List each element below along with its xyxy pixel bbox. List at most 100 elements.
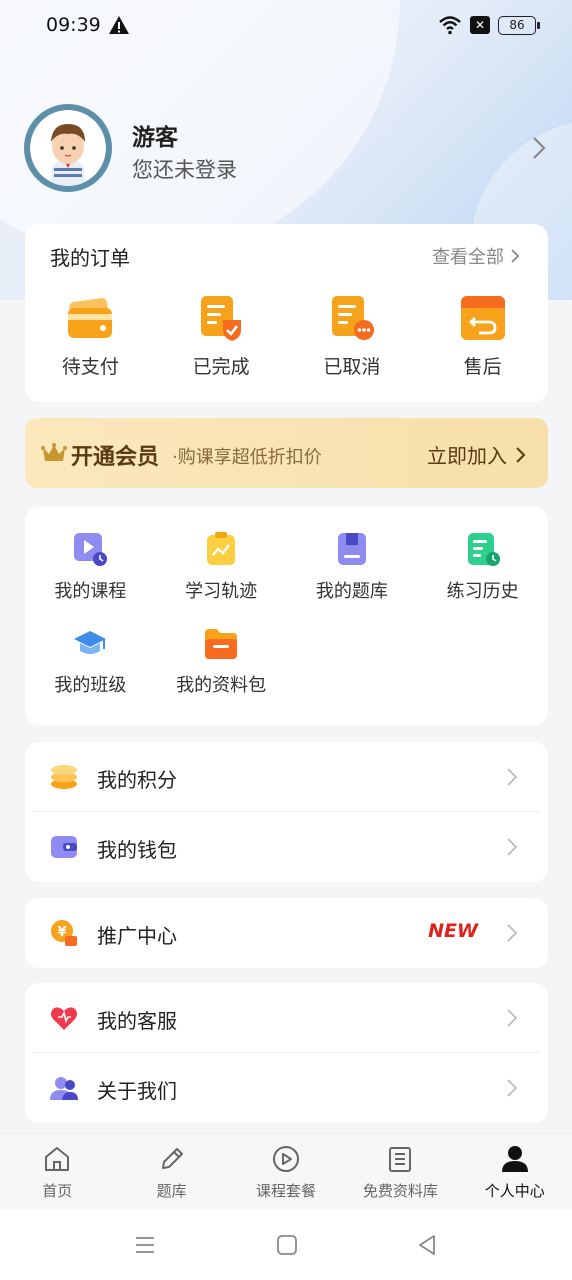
list-item-promotion-center[interactable]: ¥ 推广中心 NEW <box>25 898 548 968</box>
orders-title: 我的订单 <box>50 246 130 270</box>
chevron-right-icon <box>507 924 518 942</box>
order-cancel-icon <box>331 296 374 340</box>
vip-banner[interactable]: 开通会员 ·购课享超低折扣价 立即加入 <box>25 418 548 488</box>
order-label: 已取消 <box>323 356 381 378</box>
warning-icon <box>109 16 129 34</box>
avatar[interactable] <box>24 104 112 192</box>
home-square-icon[interactable] <box>276 1234 298 1256</box>
list-item-label: 我的客服 <box>97 1009 177 1033</box>
nav-personal-center[interactable]: 个人中心 <box>458 1134 572 1210</box>
avatar-boy-icon <box>30 110 106 186</box>
heart-icon <box>51 1007 77 1030</box>
nav-free-materials[interactable]: 免费资料库 <box>343 1134 457 1210</box>
chevron-right-icon <box>507 768 518 786</box>
list-item-label: 关于我们 <box>97 1079 177 1103</box>
battery-level: 86 <box>509 18 525 32</box>
trajectory-icon <box>207 532 236 565</box>
login-tip[interactable]: 您还未登录 <box>132 154 237 184</box>
status-time: 09:39 <box>46 14 101 36</box>
about-icon <box>50 1077 78 1100</box>
tool-label: 学习轨迹 <box>185 581 258 602</box>
tool-label: 我的课程 <box>54 581 127 602</box>
wallet-icon <box>51 836 77 858</box>
wifi-icon <box>439 16 461 35</box>
chevron-right-icon <box>507 1079 518 1097</box>
tool-learning-trajectory[interactable]: 学习轨迹 <box>156 531 287 603</box>
chevron-right-icon <box>507 1009 518 1027</box>
practice-history-icon <box>467 533 500 566</box>
order-label: 售后 <box>463 356 502 378</box>
tool-label: 我的资料包 <box>176 675 267 696</box>
menu-icon[interactable] <box>134 1234 156 1256</box>
list-item-label: 我的积分 <box>97 768 177 792</box>
chevron-right-icon <box>511 249 520 263</box>
bottom-nav: 首页 题库 课程套餐 免费资料库 个人中心 <box>0 1133 572 1210</box>
list-item-label: 我的钱包 <box>97 838 177 862</box>
list-item-customer-service[interactable]: 我的客服 <box>25 983 548 1053</box>
new-badge: NEW <box>428 920 478 942</box>
order-after-sale[interactable]: 售后 <box>417 294 548 379</box>
order-cancelled[interactable]: 已取消 <box>287 294 418 379</box>
pencil-icon <box>161 1148 183 1169</box>
tool-practice-history[interactable]: 练习历史 <box>417 531 548 603</box>
nav-home[interactable]: 首页 <box>0 1134 114 1210</box>
profile-header[interactable]: 游客 您还未登录 <box>24 104 548 194</box>
view-all-label: 查看全部 <box>432 247 504 268</box>
notification-x-icon: ✕ <box>470 16 490 34</box>
vip-subtitle: ·购课享超低折扣价 <box>172 447 322 468</box>
person-icon <box>501 1146 528 1172</box>
nav-label: 题库 <box>156 1182 187 1200</box>
tool-my-class[interactable]: 我的班级 <box>25 625 156 697</box>
list-item-about-us[interactable]: 关于我们 <box>25 1053 548 1123</box>
username: 游客 <box>132 125 178 151</box>
wallet-icon <box>68 298 113 338</box>
chevron-right-icon <box>516 446 526 463</box>
order-pending-payment[interactable]: 待支付 <box>25 294 156 379</box>
vip-join-button[interactable]: 立即加入 <box>427 440 526 469</box>
promotion-icon: ¥ <box>51 920 77 946</box>
order-label: 已完成 <box>192 356 250 378</box>
vip-join-label: 立即加入 <box>427 444 507 468</box>
list-item-my-wallet[interactable]: 我的钱包 <box>25 812 548 882</box>
after-sale-icon <box>460 296 505 340</box>
tool-label: 练习历史 <box>446 581 519 602</box>
course-icon <box>74 533 108 566</box>
chevron-right-icon[interactable] <box>530 134 548 162</box>
chevron-right-icon <box>507 838 518 856</box>
list-icon <box>389 1147 412 1172</box>
order-completed[interactable]: 已完成 <box>156 294 287 379</box>
tools-card: 我的课程 学习轨迹 我的题库 练习历史 我的班级 我的资料包 <box>25 507 548 725</box>
play-icon <box>272 1146 299 1172</box>
order-complete-icon <box>201 296 242 341</box>
tool-label: 我的班级 <box>54 675 127 696</box>
question-bank-icon <box>337 533 366 565</box>
materials-icon <box>205 629 238 659</box>
list-item-label: 推广中心 <box>97 924 177 948</box>
nav-label: 课程套餐 <box>255 1182 316 1200</box>
list-item-my-points[interactable]: 我的积分 <box>25 742 548 812</box>
nav-course-packages[interactable]: 课程套餐 <box>229 1134 343 1210</box>
back-icon[interactable] <box>416 1234 438 1256</box>
nav-label: 首页 <box>42 1182 73 1200</box>
promotion-card: ¥ 推广中心 NEW <box>25 898 548 968</box>
view-all-orders-link[interactable]: 查看全部 <box>432 243 520 269</box>
nav-label: 个人中心 <box>484 1182 545 1200</box>
tool-my-courses[interactable]: 我的课程 <box>25 531 156 603</box>
nav-label: 免费资料库 <box>362 1182 438 1200</box>
orders-card: 我的订单 查看全部 待支付 已完成 已取消 售后 <box>25 224 548 402</box>
tool-label: 我的题库 <box>315 581 388 602</box>
class-icon <box>74 631 107 654</box>
crown-icon <box>41 443 67 461</box>
coins-icon <box>51 765 77 789</box>
nav-question-bank[interactable]: 题库 <box>114 1134 228 1210</box>
status-bar: 09:39 ✕ 86 <box>0 0 572 52</box>
service-card: 我的客服 关于我们 <box>25 983 548 1123</box>
vip-title: 开通会员 <box>71 445 160 470</box>
battery-icon: 86 <box>498 15 540 35</box>
system-nav-bar <box>0 1210 572 1280</box>
tool-my-materials[interactable]: 我的资料包 <box>156 625 287 697</box>
tool-my-question-bank[interactable]: 我的题库 <box>287 531 418 603</box>
points-wallet-card: 我的积分 我的钱包 <box>25 742 548 882</box>
order-label: 待支付 <box>61 356 119 378</box>
home-icon <box>45 1147 70 1171</box>
